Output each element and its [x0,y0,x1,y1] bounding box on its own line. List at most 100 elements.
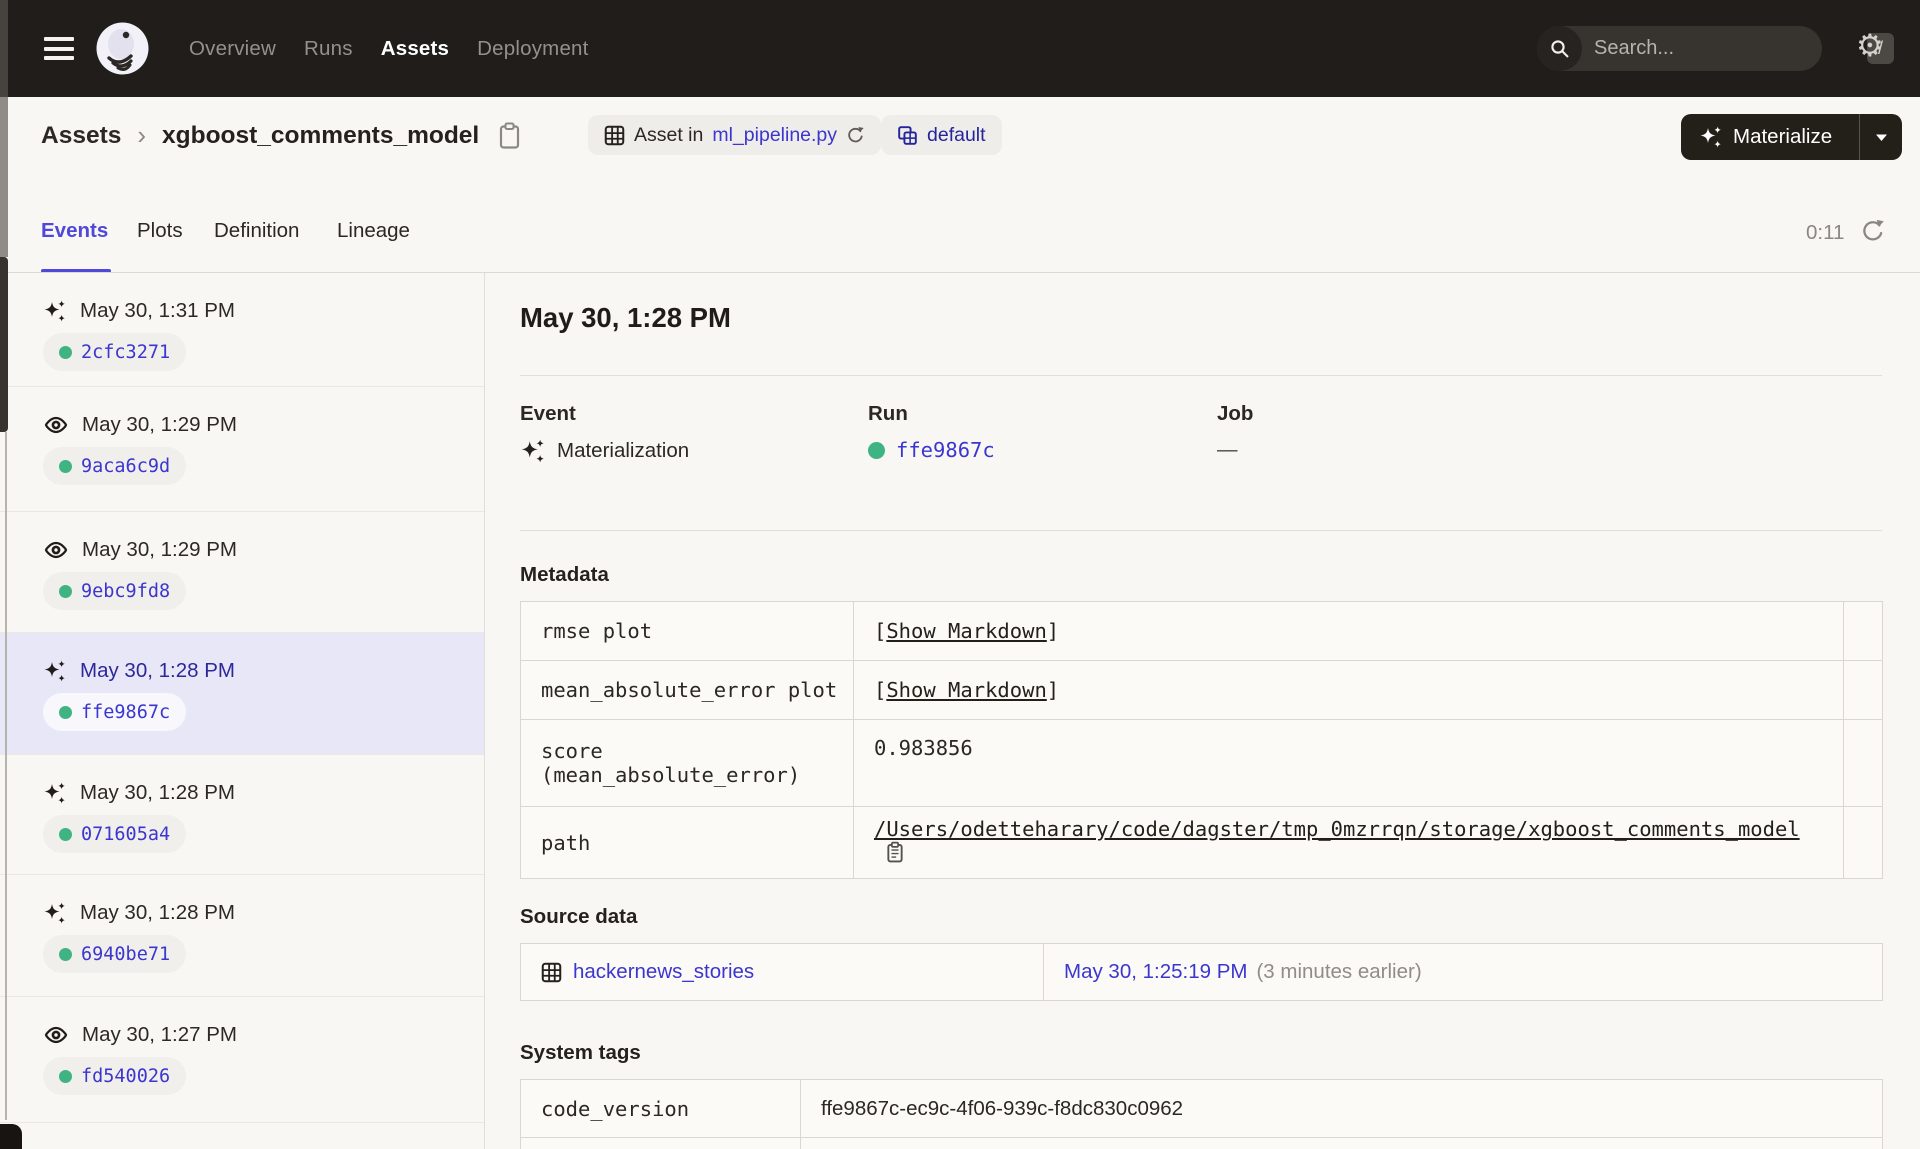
storage-path-link[interactable]: /Users/odetteharary/code/dagster/tmp_0mz… [874,817,1800,841]
event-time: May 30, 1:28 PM [80,659,235,682]
nav-runs[interactable]: Runs [304,37,353,61]
table-row-partial [520,1137,1883,1149]
refresh-icon[interactable] [1860,219,1885,244]
table-row: rmse plot [Show Markdown] [520,601,1883,661]
event-list-item-partial[interactable] [0,1123,484,1149]
run-status-dot [59,1069,72,1083]
tab-events[interactable]: Events [41,219,108,243]
event-list-item[interactable]: May 30, 1:28 PM 6940be71 [0,875,484,997]
run-column-label: Run [868,402,908,425]
source-data-heading: Source data [520,905,638,928]
window-corner [0,1124,22,1149]
run-status-dot [868,441,885,459]
metadata-value: [Show Markdown] [853,660,1844,720]
asset-name-title: xgboost_comments_model [162,121,480,149]
nav-overview[interactable]: Overview [189,37,276,61]
event-time: May 30, 1:29 PM [82,413,237,436]
dagster-asset-page: Overview Runs Assets Deployment / ⚙ Asse… [0,0,1920,1149]
metadata-table: rmse plot [Show Markdown] mean_absolute_… [520,601,1883,879]
sidebar-divider [484,273,485,1149]
metadata-key: path [520,806,854,879]
system-tag-value: ffe9867c-ec9c-4f06-939c-f8dc830c0962 [800,1079,1883,1138]
run-badge[interactable]: 9ebc9fd8 [43,572,187,610]
run-status-dot [59,947,72,961]
copy-asset-name-icon[interactable] [498,122,521,149]
group-default-label: default [927,123,986,146]
run-badge[interactable]: 071605a4 [43,815,187,853]
event-time: May 30, 1:31 PM [80,299,235,322]
materialization-icon [1700,126,1721,148]
source-asset-cell: hackernews_stories [520,943,1044,1001]
tab-lineage[interactable]: Lineage [337,219,410,243]
tab-plots[interactable]: Plots [137,219,183,243]
asset-in-badge[interactable]: Asset in ml_pipeline.py [588,115,882,155]
run-status-dot [59,827,72,841]
run-status-dot [59,705,72,719]
auto-refresh-timer: 0:11 [1806,221,1845,244]
window-edge-line [5,432,7,1120]
nav-assets[interactable]: Assets [381,37,449,61]
show-markdown-link[interactable]: [Show Markdown] [874,619,1059,643]
materialization-icon [44,660,65,682]
table-row: code_version ffe9867c-ec9c-4f06-939c-f8d… [520,1079,1883,1138]
observation-icon [44,541,68,559]
table-row: hackernews_stories May 30, 1:25:19 PM (3 … [520,943,1883,1001]
show-markdown-link[interactable]: [Show Markdown] [874,678,1059,702]
run-id-link[interactable]: ffe9867c [896,438,995,462]
source-data-table: hackernews_stories May 30, 1:25:19 PM (3 … [520,943,1883,1001]
observation-icon [44,1026,68,1044]
materialize-button[interactable]: Materialize [1681,125,1859,149]
breadcrumb-assets-link[interactable]: Assets [41,122,121,150]
search-input[interactable] [1582,37,1867,60]
run-badge[interactable]: 6940be71 [43,935,187,973]
metadata-action-cell [1843,660,1883,720]
event-list-item[interactable]: May 30, 1:28 PM 071605a4 [0,755,484,875]
job-value: — [1217,438,1238,461]
source-asset-link[interactable]: hackernews_stories [573,960,754,984]
pipeline-file-link[interactable]: ml_pipeline.py [712,124,837,147]
scrollbar-track[interactable] [0,97,8,257]
metadata-key: rmse plot [520,601,854,661]
breadcrumb-separator: › [137,120,147,150]
run-status-dot [59,584,72,598]
run-badge[interactable]: 9aca6c9d [43,447,187,485]
metadata-value: /Users/odetteharary/code/dagster/tmp_0mz… [853,806,1844,879]
nav-deployment[interactable]: Deployment [477,37,588,61]
event-list-item[interactable]: May 30, 1:27 PM fd540026 [0,997,484,1123]
source-timestamp-link[interactable]: May 30, 1:25:19 PM [1064,960,1247,983]
materialize-options-button[interactable] [1860,114,1902,160]
metadata-heading: Metadata [520,563,609,586]
system-tags-table: code_version ffe9867c-ec9c-4f06-939c-f8d… [520,1079,1883,1149]
run-badge[interactable]: ffe9867c [43,693,187,731]
event-column-label: Event [520,402,576,425]
event-list-item[interactable]: May 30, 1:29 PM 9aca6c9d [0,387,484,512]
event-list-item[interactable]: May 30, 1:29 PM 9ebc9fd8 [0,512,484,633]
dagster-logo[interactable] [96,22,149,75]
source-relative-time: (3 minutes earlier) [1256,960,1422,983]
run-badge[interactable]: fd540026 [43,1057,187,1095]
table-row: path /Users/odetteharary/code/dagster/tm… [520,806,1883,879]
event-time: May 30, 1:27 PM [82,1023,237,1046]
divider [520,375,1882,376]
settings-gear-icon[interactable]: ⚙ [1856,30,1884,61]
primary-nav: Overview Runs Assets Deployment [189,0,589,97]
event-list-item-selected[interactable]: May 30, 1:28 PM ffe9867c [0,633,484,755]
copy-path-icon[interactable] [886,841,904,868]
observation-icon [44,416,68,434]
table-row: score (mean_absolute_error) 0.983856 [520,719,1883,807]
menu-icon[interactable] [44,37,74,60]
reload-definitions-icon[interactable] [846,126,865,145]
run-value: ffe9867c [868,438,995,462]
event-detail-title: May 30, 1:28 PM [520,302,731,333]
group-default-badge[interactable]: default [881,115,1002,155]
event-type-value: Materialization [520,438,689,464]
metadata-value: [Show Markdown] [853,601,1844,661]
run-badge[interactable]: 2cfc3271 [43,333,187,371]
tab-definition[interactable]: Definition [214,219,299,243]
metadata-key: score (mean_absolute_error) [520,719,854,807]
event-list-item[interactable]: May 30, 1:31 PM 2cfc3271 [0,273,484,387]
scrollbar-thumb[interactable] [0,257,8,432]
run-status-dot [59,345,72,359]
materialization-icon [521,439,544,463]
search-bar[interactable]: / [1537,26,1894,71]
